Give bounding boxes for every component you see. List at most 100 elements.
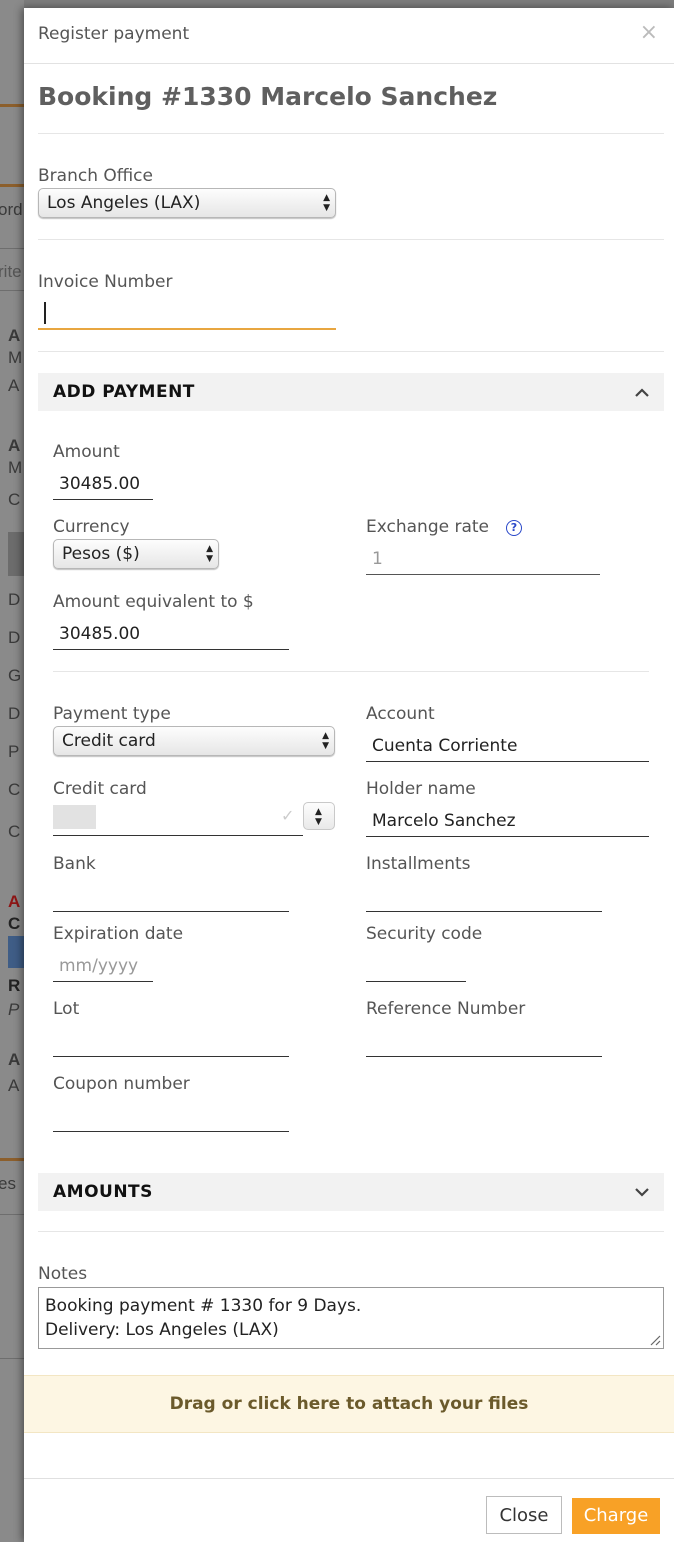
account-input[interactable]: Cuenta Corriente — [366, 730, 649, 762]
bg-text: A — [8, 1050, 21, 1069]
bg-text: M — [8, 458, 23, 477]
resize-handle-icon[interactable] — [649, 1334, 661, 1346]
lot-input[interactable] — [53, 1025, 289, 1057]
bg-text: G — [8, 666, 22, 685]
installments-input[interactable] — [366, 880, 602, 912]
bg-text: A — [8, 436, 21, 455]
select-arrows-icon: ▲ ▼ — [322, 731, 329, 751]
bg-text: A — [8, 1076, 20, 1095]
branch-office-select[interactable]: Los Angeles (LAX) ▲ ▼ — [38, 188, 336, 218]
bg-line — [0, 1358, 24, 1359]
add-payment-section-header[interactable]: ADD PAYMENT — [38, 373, 664, 411]
credit-card-underline — [53, 835, 303, 836]
bg-text: A — [8, 376, 20, 395]
holder-name-input[interactable]: Marcelo Sanchez — [366, 805, 649, 837]
bg-text: R — [8, 976, 21, 995]
amount-label: Amount — [53, 442, 120, 462]
footer-divider — [24, 1478, 674, 1479]
installments-label: Installments — [366, 854, 471, 874]
payment-type-select[interactable]: Credit card ▲ ▼ — [53, 726, 335, 756]
bg-line — [0, 248, 24, 249]
close-icon[interactable]: × — [640, 20, 658, 45]
credit-card-select[interactable]: ✓ ▲ ▼ — [53, 802, 335, 836]
lot-label: Lot — [53, 999, 80, 1019]
invoice-number-input[interactable] — [38, 298, 336, 330]
coupon-number-input[interactable] — [53, 1100, 289, 1132]
notes-line: Booking payment # 1330 for 9 Days. — [45, 1296, 362, 1316]
modal-title: Register payment — [38, 24, 190, 44]
bank-label: Bank — [53, 854, 96, 874]
bg-text: A — [8, 892, 21, 911]
chevron-up-icon — [635, 388, 649, 397]
bg-text: D — [8, 704, 21, 723]
help-icon[interactable]: ? — [506, 520, 522, 536]
notes-textarea[interactable]: Booking payment # 1330 for 9 Days. Deliv… — [38, 1287, 664, 1349]
expiration-date-label: Expiration date — [53, 924, 184, 944]
select-arrows-icon: ▲ ▼ — [206, 544, 213, 564]
bank-input[interactable] — [53, 880, 289, 912]
card-image-placeholder — [53, 805, 96, 829]
amounts-title: AMOUNTS — [53, 1182, 153, 1202]
currency-label: Currency — [53, 517, 130, 537]
chevron-down-icon — [635, 1188, 649, 1197]
select-arrows-icon: ▲ ▼ — [315, 807, 322, 827]
bg-line — [0, 290, 24, 291]
bg-text: C — [8, 490, 21, 509]
bg-text: A — [8, 326, 21, 345]
bg-text: C — [8, 914, 21, 933]
divider — [38, 351, 664, 352]
bg-text: C — [8, 822, 21, 841]
account-label: Account — [366, 704, 435, 724]
bg-text: D — [8, 590, 21, 609]
bg-divider — [0, 1158, 24, 1161]
bg-text: M — [8, 348, 23, 367]
modal-header: Register payment × — [24, 8, 674, 64]
charge-button[interactable]: Charge — [572, 1498, 660, 1534]
currency-value: Pesos ($) — [62, 544, 140, 564]
background-page: ord rite A M A A M C D D G D P C C A C R… — [0, 0, 24, 1542]
expiration-date-input[interactable]: mm/yyyy — [53, 950, 153, 982]
notes-label: Notes — [38, 1264, 88, 1284]
close-button[interactable]: Close — [486, 1496, 562, 1534]
holder-name-label: Holder name — [366, 779, 476, 799]
credit-card-label: Credit card — [53, 779, 147, 799]
bg-block — [8, 532, 24, 576]
notes-line: Delivery: Los Angeles (LAX) — [45, 1320, 279, 1340]
bg-text: D — [8, 628, 21, 647]
divider — [38, 239, 664, 240]
booking-title: Booking #1330 Marcelo Sanchez — [38, 82, 498, 111]
reference-number-label: Reference Number — [366, 999, 526, 1019]
divider — [38, 1231, 664, 1232]
coupon-number-label: Coupon number — [53, 1074, 190, 1094]
credit-card-dropdown-toggle[interactable]: ▲ ▼ — [303, 802, 335, 830]
reference-number-input[interactable] — [366, 1025, 602, 1057]
exchange-rate-label: Exchange rate — [366, 517, 490, 537]
invoice-number-label: Invoice Number — [38, 272, 173, 292]
file-dropzone[interactable]: Drag or click here to attach your files — [24, 1375, 674, 1433]
bg-text: rite — [0, 262, 22, 281]
register-payment-modal: Register payment × Booking #1330 Marcelo… — [24, 8, 674, 1542]
text-caret — [44, 302, 46, 324]
bg-divider — [0, 184, 24, 187]
amounts-section-header[interactable]: AMOUNTS — [38, 1173, 664, 1211]
branch-office-label: Branch Office — [38, 166, 153, 186]
checkmark-icon: ✓ — [281, 806, 295, 825]
currency-select[interactable]: Pesos ($) ▲ ▼ — [53, 539, 219, 569]
bg-text: ord — [0, 200, 23, 219]
security-code-input[interactable] — [366, 950, 466, 982]
bg-text: es — [0, 1174, 16, 1193]
exchange-rate-input[interactable]: 1 — [366, 543, 600, 575]
amount-equivalent-input[interactable]: 30485.00 — [53, 618, 289, 650]
payment-type-value: Credit card — [62, 731, 156, 751]
bg-line — [0, 1214, 24, 1215]
add-payment-title: ADD PAYMENT — [53, 382, 195, 402]
divider — [53, 671, 649, 672]
amount-input[interactable]: 30485.00 — [53, 468, 153, 500]
divider — [38, 133, 664, 134]
select-arrows-icon: ▲ ▼ — [323, 193, 330, 213]
bg-text: P — [8, 742, 20, 761]
bg-divider — [0, 104, 24, 107]
bg-text: P — [8, 1000, 20, 1019]
bg-text: C — [8, 780, 21, 799]
amount-equivalent-label: Amount equivalent to $ — [53, 592, 254, 612]
